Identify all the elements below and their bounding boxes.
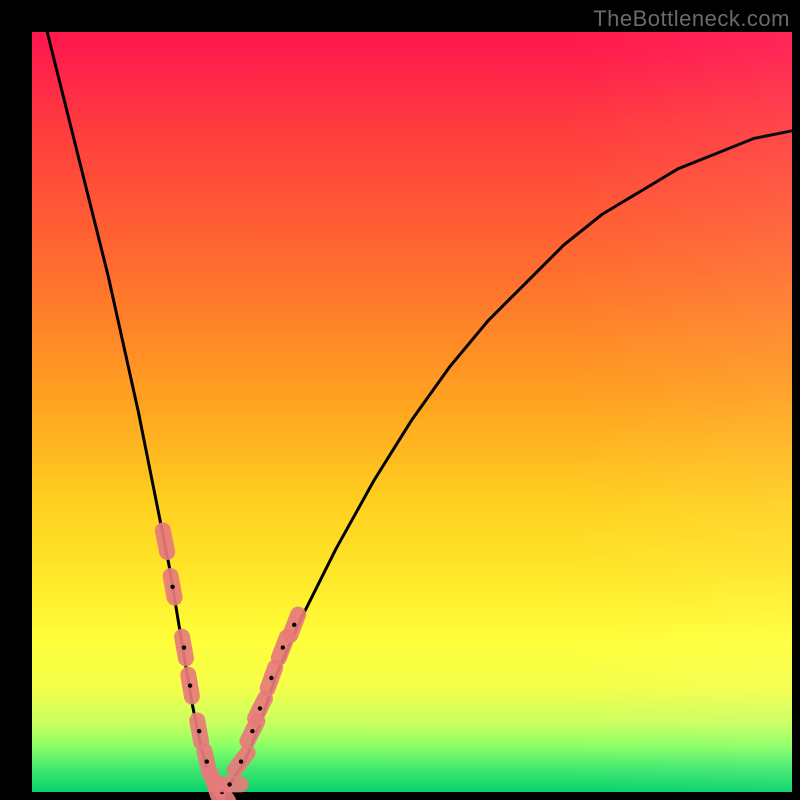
curve-marker-joint: [170, 585, 174, 589]
curve-marker-joint: [197, 729, 201, 733]
curve-marker-joint: [281, 645, 285, 649]
curve-marker-joint: [188, 683, 192, 687]
curve-marker-joint: [182, 645, 186, 649]
curve-marker-joint: [227, 782, 231, 786]
bottleneck-curve-path: [47, 32, 792, 792]
curve-marker-joint: [205, 759, 209, 763]
curve-layer: [32, 32, 792, 792]
curve-marker-joint: [258, 706, 262, 710]
bottleneck-curve: [47, 32, 792, 792]
curve-marker: [163, 530, 167, 552]
watermark-text: TheBottleneck.com: [593, 6, 790, 32]
curve-marker-joint: [239, 759, 243, 763]
curve-marker-joint: [269, 676, 273, 680]
plot-area: [32, 32, 792, 792]
marker-cluster: [163, 530, 298, 800]
curve-marker-joint: [292, 623, 296, 627]
chart-frame: TheBottleneck.com: [0, 0, 800, 800]
curve-marker-joint: [250, 729, 254, 733]
